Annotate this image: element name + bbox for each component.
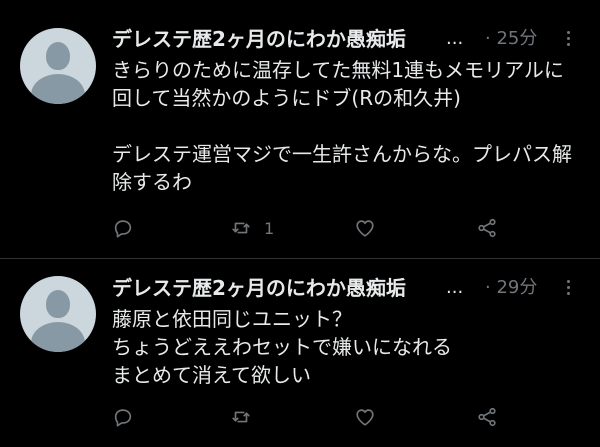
name-truncation: ... <box>446 28 464 49</box>
name-truncation: ... <box>446 277 464 298</box>
action-bar: 1 <box>100 213 520 243</box>
retweet-button[interactable] <box>230 402 264 432</box>
reply-icon <box>114 220 132 238</box>
reply-button[interactable] <box>112 402 146 432</box>
retweet-count: 1 <box>264 218 275 238</box>
retweet-button[interactable]: 1 <box>230 213 274 243</box>
display-name[interactable]: デレステ歴2ヶ月のにわか愚痴垢 <box>112 275 442 301</box>
reply-button[interactable] <box>112 213 146 243</box>
like-button[interactable] <box>354 213 388 243</box>
avatar-body-shape <box>31 322 85 352</box>
timestamp[interactable]: · 25分 <box>485 26 537 52</box>
tweet[interactable]: デレステ歴2ヶ月のにわか愚痴垢 ... · 25分 きらりのために温存してた無料… <box>0 0 600 258</box>
like-button[interactable] <box>354 402 388 432</box>
tweet-text: きらりのために温存してた無料1連もメモリアルに回して当然かのようにドブ(Rの和久… <box>112 58 572 194</box>
avatar[interactable] <box>20 276 96 352</box>
share-icon <box>478 218 496 238</box>
timestamp[interactable]: · 29分 <box>485 275 537 301</box>
avatar-head-shape <box>46 290 70 318</box>
share-button[interactable] <box>476 213 498 243</box>
avatar-head-shape <box>46 42 70 70</box>
avatar[interactable] <box>20 28 96 104</box>
like-icon <box>356 409 374 426</box>
more-icon[interactable] <box>560 27 576 49</box>
tweet-text: 藤原と依田同じユニット？ ちょうどええわセットで嫌いになれる まとめて消えて欲し… <box>112 307 452 387</box>
tweet[interactable]: デレステ歴2ヶ月のにわか愚痴垢 ... · 29分 藤原と依田同じユニット？ ち… <box>0 259 600 447</box>
retweet-icon <box>232 411 250 423</box>
more-icon[interactable] <box>560 276 576 298</box>
tweet-header: デレステ歴2ヶ月のにわか愚痴垢 ... · 29分 <box>112 275 592 301</box>
share-button[interactable] <box>476 402 498 432</box>
tweet-header: デレステ歴2ヶ月のにわか愚痴垢 ... · 25分 <box>112 26 592 52</box>
action-bar <box>100 402 520 432</box>
like-icon <box>356 220 374 237</box>
retweet-icon <box>232 222 250 234</box>
avatar-body-shape <box>31 74 85 104</box>
display-name[interactable]: デレステ歴2ヶ月のにわか愚痴垢 <box>112 26 442 52</box>
reply-icon <box>114 409 132 427</box>
share-icon <box>478 407 496 427</box>
